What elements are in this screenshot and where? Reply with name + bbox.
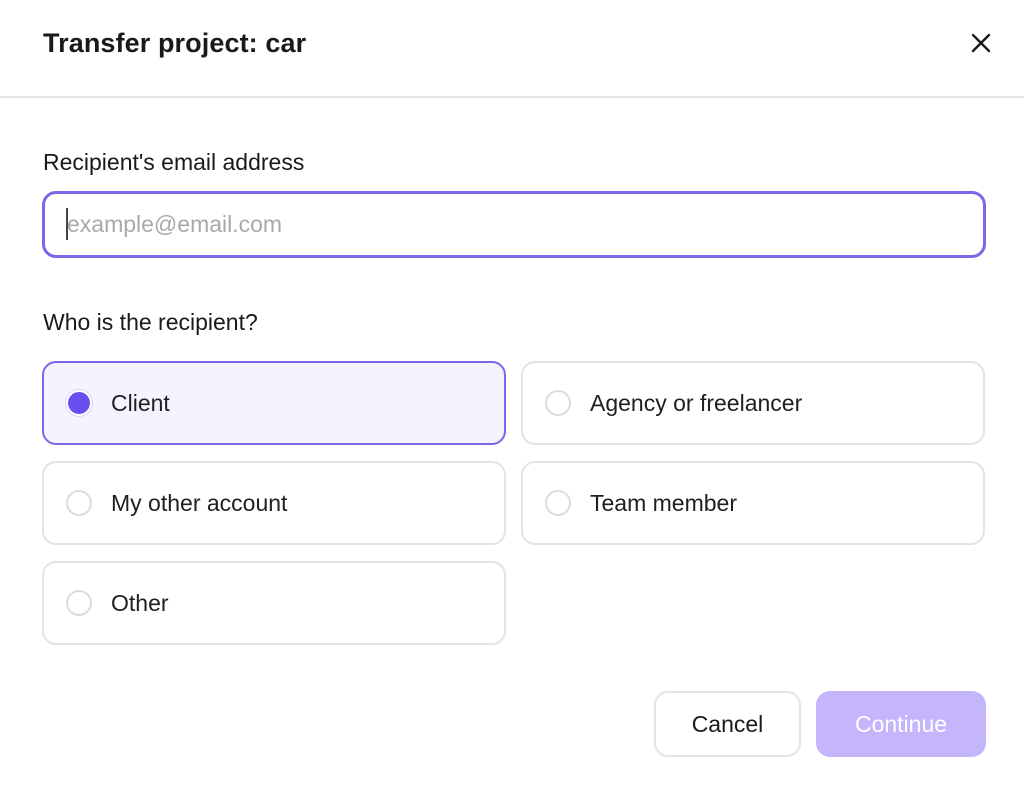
dialog-header: Transfer project: car <box>0 0 1024 98</box>
recipient-option-agency[interactable]: Agency or freelancer <box>521 361 985 445</box>
continue-button[interactable]: Continue <box>816 691 986 757</box>
radio-unselected-icon <box>66 590 92 616</box>
radio-unselected-icon <box>66 490 92 516</box>
recipient-option-other[interactable]: Other <box>42 561 506 645</box>
option-label: Client <box>111 390 170 416</box>
option-label: Team member <box>590 490 737 516</box>
email-input[interactable] <box>42 191 986 258</box>
close-button[interactable] <box>964 26 998 60</box>
transfer-project-dialog: Transfer project: car Recipient's email … <box>0 0 1024 791</box>
email-label: Recipient's email address <box>43 149 305 175</box>
recipient-option-client[interactable]: Client <box>42 361 506 445</box>
radio-unselected-icon <box>545 490 571 516</box>
text-cursor <box>66 208 68 240</box>
close-icon <box>971 33 991 53</box>
cancel-button[interactable]: Cancel <box>654 691 801 757</box>
recipient-option-my-other-account[interactable]: My other account <box>42 461 506 545</box>
option-label: My other account <box>111 490 288 516</box>
option-label: Agency or freelancer <box>590 390 803 416</box>
radio-unselected-icon <box>545 390 571 416</box>
dialog-title: Transfer project: car <box>43 28 307 58</box>
radio-selected-icon <box>66 390 92 416</box>
option-label: Other <box>111 590 169 616</box>
recipient-option-team-member[interactable]: Team member <box>521 461 985 545</box>
recipient-type-label: Who is the recipient? <box>43 309 258 335</box>
